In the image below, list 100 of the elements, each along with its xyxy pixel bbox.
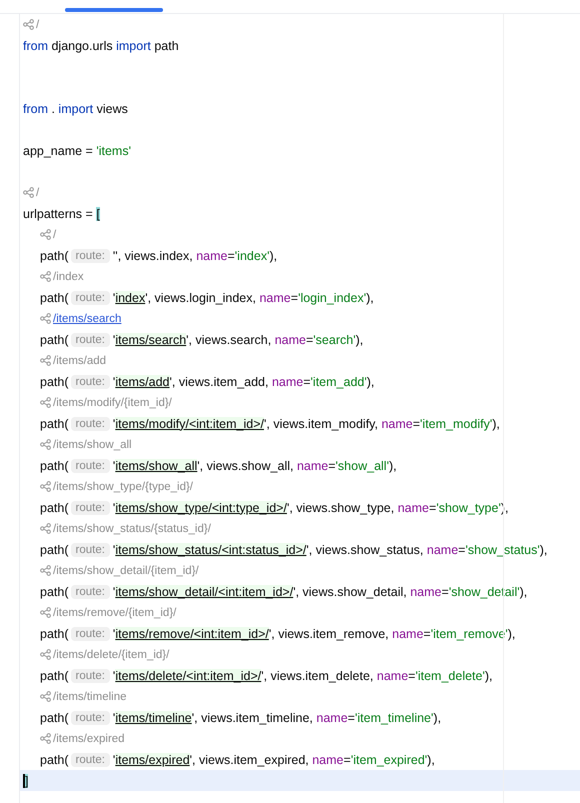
url-hint: /items/timeline <box>53 690 126 702</box>
code-text: path( <box>40 332 68 346</box>
share-icon[interactable] <box>23 187 34 198</box>
code-text: ' <box>112 416 116 430</box>
inlay-hint: route: <box>70 668 110 682</box>
route-string: items/search <box>115 332 186 346</box>
url-hint: /index <box>53 270 84 282</box>
inlay-hint: route: <box>70 542 110 556</box>
route-string: items/expired <box>115 752 190 766</box>
parameter-name: name <box>272 374 304 388</box>
share-icon[interactable] <box>40 355 51 366</box>
code-text: ), <box>492 416 500 430</box>
code-text: ), <box>433 710 442 724</box>
parameter-name: name <box>376 668 408 682</box>
share-icon[interactable] <box>40 733 51 744</box>
code-text: django.urls <box>50 38 114 52</box>
code-text: ', views.show_all, <box>197 458 294 472</box>
share-icon[interactable] <box>40 229 51 240</box>
code-text: app_name = <box>23 144 94 158</box>
string-literal: 'login_index' <box>298 290 366 304</box>
share-icon[interactable] <box>40 691 51 702</box>
share-icon[interactable] <box>40 439 51 450</box>
code-text: path( <box>40 290 68 304</box>
code-text: ' <box>112 542 116 556</box>
code-text: ), <box>388 458 397 472</box>
route-string: items/modify/<int:item_id>/ <box>115 416 264 430</box>
code-text: = <box>458 542 466 556</box>
route-string: items/show_type/<int:type_id>/ <box>115 500 287 514</box>
route-string: items/delete/<int:item_id>/ <box>115 668 262 682</box>
share-icon[interactable] <box>40 649 51 660</box>
url-hint: /items/show_type/{type_id}/ <box>53 480 193 492</box>
code-text: ' <box>112 752 116 766</box>
share-icon[interactable] <box>40 565 51 576</box>
code-text: . <box>50 102 56 116</box>
share-icon[interactable] <box>40 313 51 324</box>
keyword: from <box>23 102 48 116</box>
parameter-name: name <box>316 710 348 724</box>
share-icon[interactable] <box>40 397 51 408</box>
code-text: path( <box>40 584 68 598</box>
string-literal: 'item_remove' <box>430 626 508 640</box>
share-icon[interactable] <box>40 481 51 492</box>
share-icon[interactable] <box>40 271 51 282</box>
string-literal: 'items' <box>96 144 131 158</box>
code-text: = <box>344 752 351 766</box>
code-text: ), <box>508 626 516 640</box>
code-text: ' <box>112 710 116 724</box>
code-text: ' <box>112 668 116 682</box>
url-hint: /items/delete/{item_id}/ <box>53 648 170 660</box>
code-text: = <box>348 710 355 724</box>
code-text: = <box>429 500 436 514</box>
code-text: path( <box>40 626 68 640</box>
route-string: items/remove/<int:item_id>/ <box>115 626 269 640</box>
route-string: items/show_status/<int:status_id>/ <box>115 542 306 556</box>
code-text: = <box>442 584 449 598</box>
string-literal: 'show_detail' <box>448 584 520 598</box>
parameter-name: name <box>410 584 442 598</box>
string-literal: 'show_status' <box>465 542 540 556</box>
code-text: = <box>423 626 431 640</box>
code-text: path( <box>40 710 68 724</box>
code-text: ' <box>112 374 116 388</box>
code-text: ', views.search, <box>186 332 272 346</box>
code-text: = <box>290 290 298 304</box>
inlay-hint: route: <box>70 626 110 640</box>
inlay-hint: route: <box>70 458 110 472</box>
code-text: ', views.item_remove, <box>268 626 390 640</box>
string-literal: 'item_delete' <box>415 668 485 682</box>
keyword: import <box>116 38 151 52</box>
bracket: ] <box>23 774 28 788</box>
parameter-name: name <box>312 752 344 766</box>
parameter-name: name <box>398 500 429 514</box>
url-hint: /items/expired <box>53 732 125 744</box>
share-icon[interactable] <box>40 607 51 618</box>
parameter-name: name <box>381 416 413 430</box>
share-icon[interactable] <box>40 523 51 534</box>
string-literal: 'item_modify' <box>420 416 492 430</box>
code-text: ', views.item_delete, <box>261 668 374 682</box>
code-text: ', views.item_expired, <box>190 752 310 766</box>
parameter-name: name <box>274 332 306 346</box>
parameter-name: name <box>426 542 458 556</box>
url-hint: /items/remove/{item_id}/ <box>53 606 176 618</box>
inlay-hint: route: <box>70 416 110 430</box>
code-text: ), <box>269 248 278 262</box>
inlay-hint: route: <box>70 248 110 262</box>
url-hint: /items/show_detail/{item_id}/ <box>53 564 199 576</box>
route-string: items/add <box>115 374 170 388</box>
code-text: path( <box>40 248 68 262</box>
route-string: items/timeline <box>115 710 192 724</box>
code-text: path( <box>40 458 68 472</box>
code-text: = <box>408 668 416 682</box>
code-text: ' <box>112 458 116 472</box>
code-text: urlpatterns = <box>23 206 94 220</box>
string-literal: 'item_add' <box>310 374 367 388</box>
url-link[interactable]: /items/search <box>53 312 122 324</box>
url-hint: / <box>36 186 40 198</box>
inlay-hint: route: <box>70 584 110 598</box>
string-literal: 'show_type' <box>436 500 501 514</box>
url-hint: /items/modify/{item_id}/ <box>53 396 172 408</box>
string-literal: 'item_timeline' <box>354 710 434 724</box>
code-text: ' <box>112 626 116 640</box>
share-icon[interactable] <box>23 19 34 30</box>
